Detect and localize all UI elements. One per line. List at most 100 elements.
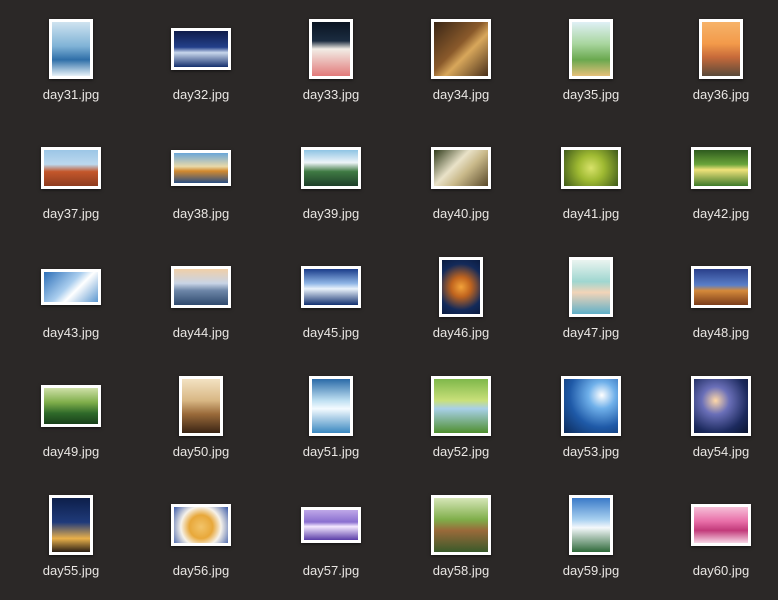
image-thumbnail[interactable] xyxy=(309,376,353,436)
file-item[interactable]: day51.jpg xyxy=(276,374,386,474)
image-thumbnail[interactable] xyxy=(41,385,101,427)
thumbnail-container xyxy=(666,136,776,200)
file-name-label[interactable]: day40.jpg xyxy=(406,206,516,222)
image-thumbnail[interactable] xyxy=(431,495,491,555)
file-item[interactable]: day59.jpg xyxy=(536,493,646,593)
image-thumbnail[interactable] xyxy=(691,376,751,436)
thumbnail-image xyxy=(572,498,610,552)
file-item[interactable]: day43.jpg xyxy=(16,255,126,355)
file-item[interactable]: day37.jpg xyxy=(16,136,126,236)
file-item[interactable]: day38.jpg xyxy=(146,136,256,236)
file-name-label[interactable]: day36.jpg xyxy=(666,87,776,103)
file-name-label[interactable]: day49.jpg xyxy=(16,444,126,460)
image-thumbnail[interactable] xyxy=(439,257,483,317)
image-thumbnail[interactable] xyxy=(561,376,621,436)
image-thumbnail[interactable] xyxy=(301,266,361,308)
image-thumbnail[interactable] xyxy=(41,147,101,189)
file-name-label[interactable]: day38.jpg xyxy=(146,206,256,222)
file-item[interactable]: day57.jpg xyxy=(276,493,386,593)
image-thumbnail[interactable] xyxy=(561,147,621,189)
file-item[interactable]: day44.jpg xyxy=(146,255,256,355)
file-item[interactable]: day35.jpg xyxy=(536,17,646,117)
thumbnail-image xyxy=(44,150,98,186)
file-item[interactable]: day53.jpg xyxy=(536,374,646,474)
image-thumbnail[interactable] xyxy=(171,504,231,546)
image-thumbnail[interactable] xyxy=(301,507,361,543)
file-name-label[interactable]: day48.jpg xyxy=(666,325,776,341)
image-thumbnail[interactable] xyxy=(171,28,231,70)
image-thumbnail[interactable] xyxy=(431,19,491,79)
file-name-label[interactable]: day33.jpg xyxy=(276,87,386,103)
file-name-label[interactable]: day46.jpg xyxy=(406,325,516,341)
file-name-label[interactable]: day57.jpg xyxy=(276,563,386,579)
image-thumbnail[interactable] xyxy=(691,147,751,189)
file-item[interactable]: day36.jpg xyxy=(666,17,776,117)
file-item[interactable]: day42.jpg xyxy=(666,136,776,236)
file-name-label[interactable]: day44.jpg xyxy=(146,325,256,341)
file-name-label[interactable]: day32.jpg xyxy=(146,87,256,103)
image-thumbnail[interactable] xyxy=(171,266,231,308)
file-name-label[interactable]: day60.jpg xyxy=(666,563,776,579)
image-thumbnail[interactable] xyxy=(431,147,491,189)
file-name-label[interactable]: day53.jpg xyxy=(536,444,646,460)
file-name-label[interactable]: day34.jpg xyxy=(406,87,516,103)
file-item[interactable]: day55.jpg xyxy=(16,493,126,593)
file-item[interactable]: day41.jpg xyxy=(536,136,646,236)
file-item[interactable]: day52.jpg xyxy=(406,374,516,474)
file-name-label[interactable]: day54.jpg xyxy=(666,444,776,460)
file-name-label[interactable]: day45.jpg xyxy=(276,325,386,341)
thumbnail-image xyxy=(44,272,98,302)
file-name-label[interactable]: day50.jpg xyxy=(146,444,256,460)
file-item[interactable]: day46.jpg xyxy=(406,255,516,355)
image-thumbnail[interactable] xyxy=(569,19,613,79)
file-name-label[interactable]: day41.jpg xyxy=(536,206,646,222)
image-thumbnail[interactable] xyxy=(49,495,93,555)
thumbnail-image xyxy=(304,269,358,305)
file-item[interactable]: day49.jpg xyxy=(16,374,126,474)
file-item[interactable]: day33.jpg xyxy=(276,17,386,117)
image-thumbnail[interactable] xyxy=(49,19,93,79)
file-item[interactable]: day34.jpg xyxy=(406,17,516,117)
file-name-label[interactable]: day35.jpg xyxy=(536,87,646,103)
image-thumbnail[interactable] xyxy=(569,495,613,555)
file-item[interactable]: day56.jpg xyxy=(146,493,256,593)
file-item[interactable]: day54.jpg xyxy=(666,374,776,474)
image-thumbnail[interactable] xyxy=(691,266,751,308)
image-thumbnail[interactable] xyxy=(699,19,743,79)
file-name-label[interactable]: day58.jpg xyxy=(406,563,516,579)
file-name-label[interactable]: day59.jpg xyxy=(536,563,646,579)
thumbnail-image xyxy=(434,498,488,552)
image-thumbnail[interactable] xyxy=(41,269,101,305)
file-item[interactable]: day32.jpg xyxy=(146,17,256,117)
thumbnail-image xyxy=(434,22,488,76)
thumbnail-image xyxy=(572,22,610,76)
image-thumbnail[interactable] xyxy=(309,19,353,79)
file-name-label[interactable]: day43.jpg xyxy=(16,325,126,341)
file-name-label[interactable]: day39.jpg xyxy=(276,206,386,222)
image-thumbnail[interactable] xyxy=(171,150,231,186)
file-item[interactable]: day31.jpg xyxy=(16,17,126,117)
file-name-label[interactable]: day51.jpg xyxy=(276,444,386,460)
file-name-label[interactable]: day42.jpg xyxy=(666,206,776,222)
file-item[interactable]: day58.jpg xyxy=(406,493,516,593)
file-item[interactable]: day45.jpg xyxy=(276,255,386,355)
file-name-label[interactable]: day37.jpg xyxy=(16,206,126,222)
image-thumbnail[interactable] xyxy=(691,504,751,546)
file-item[interactable]: day47.jpg xyxy=(536,255,646,355)
image-thumbnail[interactable] xyxy=(569,257,613,317)
file-item[interactable]: day60.jpg xyxy=(666,493,776,593)
file-name-label[interactable]: day52.jpg xyxy=(406,444,516,460)
image-thumbnail[interactable] xyxy=(431,376,491,436)
file-item[interactable]: day50.jpg xyxy=(146,374,256,474)
image-thumbnail[interactable] xyxy=(179,376,223,436)
file-name-label[interactable]: day56.jpg xyxy=(146,563,256,579)
file-item[interactable]: day39.jpg xyxy=(276,136,386,236)
thumbnail-image xyxy=(694,507,748,543)
file-name-label[interactable]: day47.jpg xyxy=(536,325,646,341)
file-item[interactable]: day48.jpg xyxy=(666,255,776,355)
thumbnail-container xyxy=(536,374,646,438)
file-name-label[interactable]: day31.jpg xyxy=(16,87,126,103)
image-thumbnail[interactable] xyxy=(301,147,361,189)
file-name-label[interactable]: day55.jpg xyxy=(16,563,126,579)
file-item[interactable]: day40.jpg xyxy=(406,136,516,236)
